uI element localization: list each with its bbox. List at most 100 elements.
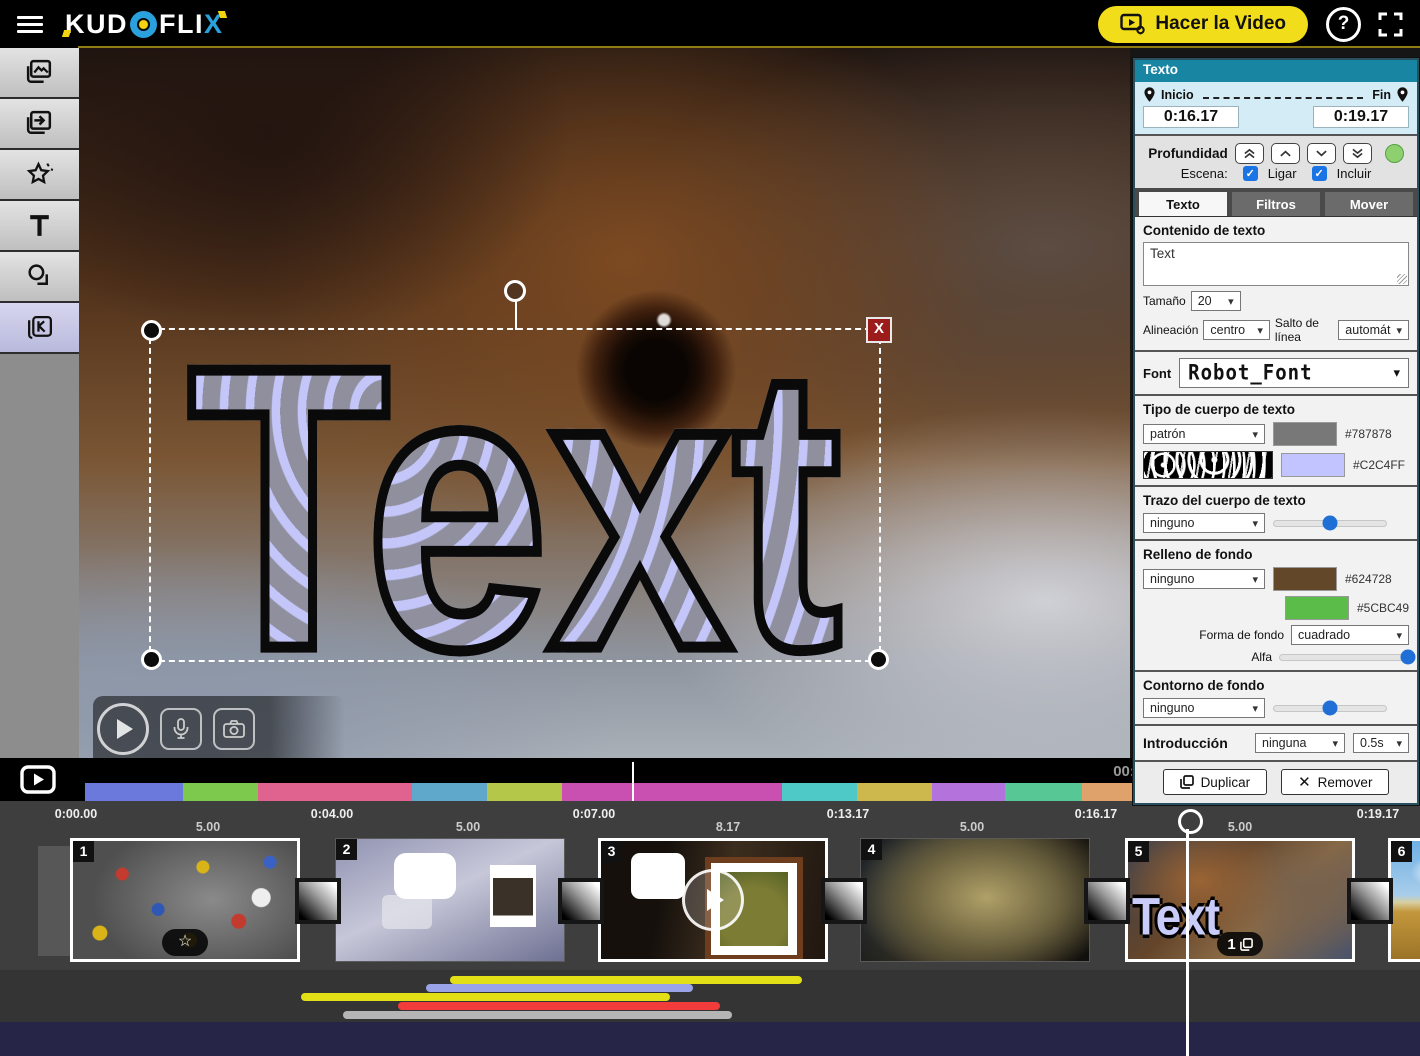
overlay-track-bar-5[interactable] — [343, 1011, 732, 1019]
clip-duration-label: 5.00 — [456, 820, 480, 834]
video-canvas[interactable]: Text X — [79, 48, 1130, 758]
depth-bottom-button[interactable] — [1343, 143, 1372, 164]
overlay-track-bar-4[interactable] — [398, 1002, 720, 1010]
sidebar-item-media[interactable] — [0, 48, 79, 99]
clip-thumbnail-1[interactable]: 1☆ — [70, 838, 300, 962]
depth-down-button[interactable] — [1307, 143, 1336, 164]
menu-icon[interactable] — [17, 12, 43, 37]
contorno-slider[interactable] — [1273, 705, 1387, 712]
timeline-pin-handle[interactable] — [1178, 809, 1203, 834]
text-content-input[interactable]: Text — [1143, 242, 1409, 286]
resize-handle-bottom-right[interactable] — [868, 649, 889, 670]
fill-color-swatch-2[interactable] — [1285, 596, 1349, 620]
trazo-slider[interactable] — [1273, 520, 1387, 527]
tab-filtros[interactable]: Filtros — [1232, 192, 1320, 216]
transition-thumb-3[interactable] — [821, 878, 867, 924]
alfa-slider[interactable] — [1279, 654, 1409, 661]
tamano-select[interactable]: 20 — [1191, 291, 1241, 311]
sidebar-item-effects[interactable] — [0, 150, 79, 201]
inicio-input[interactable]: 0:16.17 — [1143, 106, 1239, 128]
relleno-select[interactable]: ninguno — [1143, 569, 1265, 589]
strip-segment-10[interactable] — [1005, 783, 1082, 801]
mic-button[interactable] — [160, 708, 202, 750]
strip-segment-1[interactable] — [85, 783, 183, 801]
canvas-overlay-text[interactable]: Text — [188, 347, 842, 669]
overlay-track-bar-1[interactable] — [450, 976, 802, 984]
resize-handle-top-left[interactable] — [141, 320, 162, 341]
pattern-preview[interactable] — [1143, 451, 1273, 479]
strip-segment-3[interactable] — [258, 783, 412, 801]
pin-stem-line — [1186, 829, 1189, 1056]
text-selection-box[interactable]: Text X — [149, 328, 881, 662]
resize-handle-bottom-left[interactable] — [141, 649, 162, 670]
strip-segment-7[interactable] — [782, 783, 857, 801]
font-select[interactable]: Robot_Font ▾ — [1179, 358, 1409, 388]
overlay-track-bar-3[interactable] — [301, 993, 670, 1001]
help-button[interactable]: ? — [1326, 7, 1361, 42]
salto-label: Salto de línea — [1275, 316, 1333, 344]
strip-segment-8[interactable] — [857, 783, 932, 801]
tab-texto[interactable]: Texto — [1139, 192, 1227, 216]
star-badge[interactable]: ☆ — [162, 929, 208, 956]
depth-top-button[interactable] — [1235, 143, 1264, 164]
depth-up-button[interactable] — [1271, 143, 1300, 164]
tipo-cuerpo-select[interactable]: patrón — [1143, 424, 1265, 444]
clip-play-overlay[interactable] — [682, 869, 744, 931]
clip-thumbnail-4[interactable]: 4 — [860, 838, 1090, 962]
sidebar-item-branding[interactable] — [0, 303, 79, 354]
salto-select[interactable]: automát — [1338, 320, 1409, 340]
sidebar-item-shapes[interactable] — [0, 252, 79, 303]
transition-thumb-2[interactable] — [558, 878, 604, 924]
transition-thumb-1[interactable] — [295, 878, 341, 924]
contorno-select[interactable]: ninguno — [1143, 698, 1265, 718]
trazo-select[interactable]: ninguno — [1143, 513, 1265, 533]
clip-thumbnail-2[interactable]: 2 — [335, 838, 565, 962]
introduccion-select[interactable]: ninguna — [1255, 733, 1345, 753]
clip-thumbnail-3[interactable]: 3 — [598, 838, 828, 962]
background-outline-section: Contorno de fondo ninguno — [1135, 672, 1417, 726]
sidebar-item-transitions[interactable] — [0, 99, 79, 150]
help-label: ? — [1338, 13, 1350, 35]
clip-number-badge: 1 — [73, 841, 94, 862]
remover-button[interactable]: ✕ Remover — [1281, 769, 1389, 795]
delete-overlay-button[interactable]: X — [866, 317, 892, 343]
fullscreen-button[interactable] — [1377, 11, 1404, 38]
alineacion-select[interactable]: centro — [1203, 320, 1270, 340]
body-color-swatch-2[interactable] — [1281, 453, 1345, 477]
overlay-track-bar-2[interactable] — [426, 984, 693, 992]
ligar-checkbox[interactable]: ✓ — [1243, 166, 1258, 181]
clip-thumbnail-5[interactable]: 5Text1 — [1125, 838, 1355, 962]
make-video-button[interactable]: Hacer la Video — [1098, 6, 1308, 43]
strip-segment-5[interactable] — [487, 783, 562, 801]
strip-segment-4[interactable] — [412, 783, 487, 801]
camera-button[interactable] — [213, 708, 255, 750]
timeline-ruler[interactable]: 0:00.000:04.000:07.000:13.170:16.170:19.… — [0, 801, 1420, 836]
play-button[interactable] — [97, 703, 149, 755]
intro-section: Introducción ninguna 0.5s — [1135, 726, 1417, 762]
incluir-checkbox[interactable]: ✓ — [1312, 166, 1327, 181]
intro-duration-select[interactable]: 0.5s — [1353, 733, 1409, 753]
duplicar-button[interactable]: Duplicar — [1163, 769, 1268, 795]
tamano-label: Tamaño — [1143, 294, 1186, 308]
preview-toggle-button[interactable] — [20, 765, 56, 799]
app-window: KUDFLIX Hacer la Video ? Text X — [0, 0, 1420, 1056]
timeline-color-strip[interactable] — [85, 783, 1307, 801]
rotate-handle[interactable] — [504, 280, 526, 302]
camera-icon — [222, 718, 246, 740]
body-color-swatch-1[interactable] — [1273, 422, 1337, 446]
fill-color-swatch-1[interactable] — [1273, 567, 1337, 591]
tab-mover[interactable]: Mover — [1325, 192, 1413, 216]
copies-badge[interactable]: 1 — [1217, 932, 1263, 956]
forma-select[interactable]: cuadrado — [1291, 625, 1409, 645]
transition-thumb-4[interactable] — [1084, 878, 1130, 924]
strip-segment-9[interactable] — [932, 783, 1005, 801]
playhead-line[interactable] — [632, 762, 634, 801]
fill-color-hex-1: #624728 — [1345, 572, 1392, 586]
ruler-time-label: 0:00.00 — [55, 807, 97, 821]
sidebar-item-text[interactable] — [0, 201, 79, 252]
transition-thumb-5[interactable] — [1347, 878, 1393, 924]
fin-input[interactable]: 0:19.17 — [1313, 106, 1409, 128]
strip-segment-2[interactable] — [183, 783, 258, 801]
strip-segment-6[interactable] — [562, 783, 782, 801]
alfa-label: Alfa — [1251, 650, 1272, 664]
